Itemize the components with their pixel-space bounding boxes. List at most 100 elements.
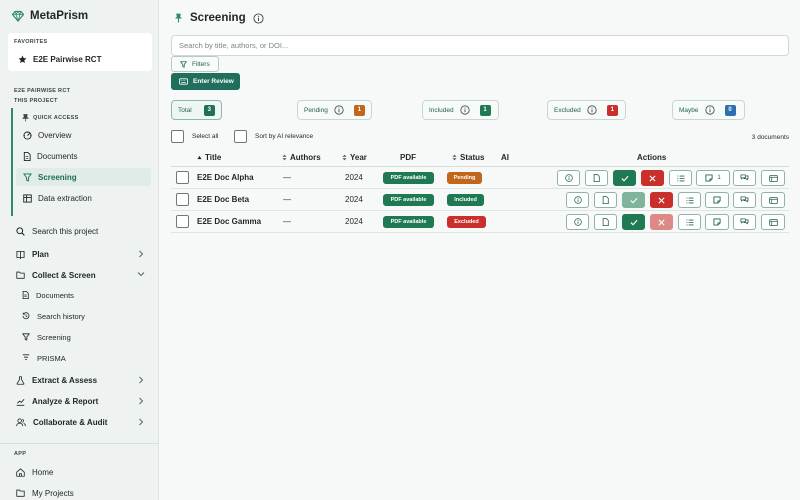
- comments-button[interactable]: [733, 192, 756, 208]
- sort-up-icon: [197, 155, 202, 160]
- include-button[interactable]: [613, 170, 636, 186]
- sub-label: PRISMA: [37, 353, 66, 363]
- stat-included[interactable]: Included 1: [422, 100, 499, 120]
- list-icon: [685, 219, 694, 226]
- column-year[interactable]: Year: [342, 153, 367, 162]
- sub-prisma[interactable]: PRISMA: [22, 350, 142, 366]
- include-button[interactable]: [622, 214, 645, 230]
- open-reader-button[interactable]: [761, 192, 785, 208]
- table-row[interactable]: E2E Doc Beta — 2024 PDF available Includ…: [171, 189, 789, 211]
- favorite-item[interactable]: E2E Pairwise RCT: [18, 55, 101, 64]
- open-reader-button[interactable]: [761, 170, 785, 186]
- exclude-button[interactable]: [650, 214, 673, 230]
- column-title[interactable]: Title: [197, 153, 221, 162]
- table-row[interactable]: E2E Doc Alpha — 2024 PDF available Pendi…: [171, 167, 789, 189]
- row-checkbox[interactable]: [176, 215, 189, 228]
- stat-total[interactable]: Total 3: [171, 100, 222, 120]
- doc-title[interactable]: E2E Doc Alpha: [197, 173, 254, 182]
- view-pdf-button[interactable]: [594, 192, 617, 208]
- status-badge: Pending: [447, 172, 482, 184]
- checklist-button[interactable]: [669, 170, 692, 186]
- nav-collaborate-audit[interactable]: Collaborate & Audit: [16, 413, 152, 431]
- sort-ai-control[interactable]: Sort by AI relevance: [234, 130, 313, 143]
- open-reader-button[interactable]: [761, 214, 785, 230]
- exclude-button[interactable]: [650, 192, 673, 208]
- favorites-card: FAVORITES E2E Pairwise RCT: [8, 33, 152, 71]
- view-pdf-button[interactable]: [594, 214, 617, 230]
- select-all-control[interactable]: Select all: [171, 130, 218, 143]
- stat-count: 1: [606, 104, 618, 116]
- nav-collect-screen[interactable]: Collect & Screen: [16, 266, 152, 284]
- brand[interactable]: MetaPrism: [12, 10, 88, 22]
- reader-icon: [768, 196, 778, 204]
- close-icon: [649, 174, 656, 182]
- column-label: Status: [460, 153, 485, 162]
- doc-title[interactable]: E2E Doc Gamma: [197, 217, 261, 226]
- exclude-button[interactable]: [641, 170, 664, 186]
- nav-analyze-report[interactable]: Analyze & Report: [16, 392, 152, 410]
- stat-label: Excluded: [554, 106, 581, 114]
- sub-search-history[interactable]: Search history: [22, 308, 142, 324]
- notes-button[interactable]: 1: [696, 170, 730, 186]
- select-all-checkbox[interactable]: [171, 130, 184, 143]
- pin-icon: [174, 13, 183, 23]
- favorite-label: E2E Pairwise RCT: [33, 55, 102, 64]
- close-icon: [658, 218, 665, 226]
- table-row[interactable]: E2E Doc Gamma — 2024 PDF available Exclu…: [171, 211, 789, 233]
- notes-button[interactable]: [705, 192, 729, 208]
- row-checkbox[interactable]: [176, 193, 189, 206]
- checklist-button[interactable]: [678, 214, 701, 230]
- nav-plan[interactable]: Plan: [16, 245, 152, 263]
- sort-ai-label: Sort by AI relevance: [255, 133, 314, 140]
- column-status[interactable]: Status: [452, 153, 484, 162]
- sort-ai-checkbox[interactable]: [234, 130, 247, 143]
- nav-home[interactable]: Home: [16, 463, 152, 481]
- list-icon: [685, 197, 694, 204]
- quick-access-data-extraction[interactable]: Data extraction: [16, 189, 151, 207]
- stat-excluded[interactable]: Excluded 1: [547, 100, 626, 120]
- table-header: Title Authors Year PDF Status AI Actions: [171, 151, 789, 167]
- info-icon[interactable]: [253, 12, 264, 24]
- search-input[interactable]: [171, 35, 789, 56]
- pdf-badge[interactable]: PDF available: [383, 172, 434, 184]
- main-content: Screening Filters Enter Review Total 3 P…: [160, 0, 800, 500]
- logo-gem-icon: [12, 10, 24, 22]
- nav-extract-assess[interactable]: Extract & Assess: [16, 371, 152, 389]
- notes-button[interactable]: [705, 214, 729, 230]
- details-button[interactable]: [566, 192, 589, 208]
- sidebar: MetaPrism FAVORITES E2E Pairwise RCT E2E…: [0, 0, 159, 500]
- include-button[interactable]: [622, 192, 645, 208]
- column-authors[interactable]: Authors: [282, 153, 321, 162]
- notes-count: 1: [717, 175, 721, 181]
- project-caption: E2E PAIRWISE RCT: [14, 88, 71, 94]
- comments-button[interactable]: [733, 214, 756, 230]
- nav-label: Analyze & Report: [32, 396, 99, 406]
- select-all-label: Select all: [192, 133, 219, 140]
- search-project-link[interactable]: Search this project: [16, 222, 152, 240]
- details-button[interactable]: [557, 170, 580, 186]
- pdf-badge[interactable]: PDF available: [383, 216, 434, 228]
- doc-year: 2024: [345, 195, 363, 204]
- view-pdf-button[interactable]: [585, 170, 608, 186]
- sort-both-icon: [452, 154, 457, 161]
- details-button[interactable]: [566, 214, 589, 230]
- stat-count: 1: [353, 104, 365, 116]
- sub-screening[interactable]: Screening: [22, 329, 142, 345]
- stat-maybe[interactable]: Maybe 0: [672, 100, 745, 120]
- doc-title[interactable]: E2E Doc Beta: [197, 195, 249, 204]
- enter-review-button[interactable]: Enter Review: [171, 73, 240, 90]
- quick-access-screening[interactable]: Screening: [16, 168, 151, 186]
- sub-documents[interactable]: Documents: [22, 287, 142, 303]
- nav-my-projects[interactable]: My Projects: [16, 484, 152, 500]
- checklist-button[interactable]: [678, 192, 701, 208]
- filters-button[interactable]: Filters: [171, 56, 219, 72]
- quick-access-documents[interactable]: Documents: [16, 147, 151, 165]
- nav-label: Extract & Assess: [32, 375, 98, 385]
- quick-access-overview[interactable]: Overview: [16, 126, 151, 144]
- stat-pending[interactable]: Pending 1: [297, 100, 372, 120]
- enter-review-label: Enter Review: [193, 78, 234, 85]
- row-checkbox[interactable]: [176, 171, 189, 184]
- column-actions: Actions: [637, 153, 666, 162]
- comments-button[interactable]: [733, 170, 756, 186]
- pdf-badge[interactable]: PDF available: [383, 194, 434, 206]
